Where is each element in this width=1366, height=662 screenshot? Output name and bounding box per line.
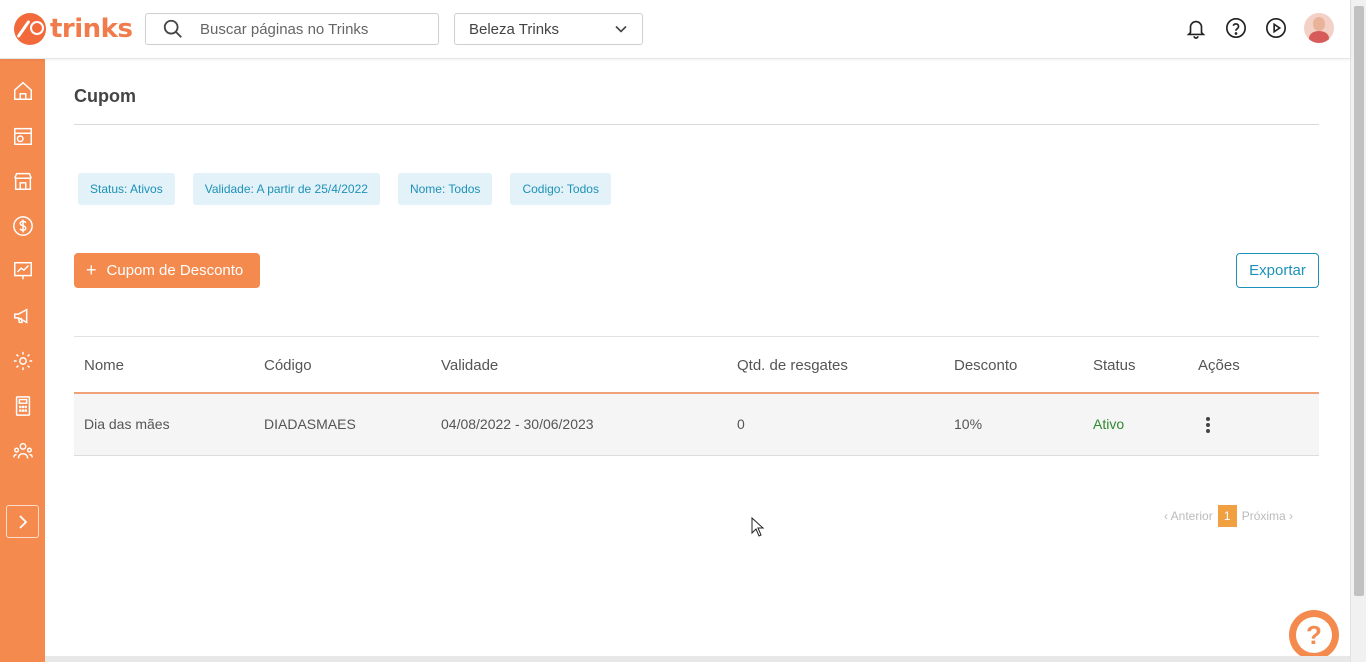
table-header: Nome Código Validade Qtd. de resgates De… [74, 337, 1319, 394]
megaphone-icon [13, 308, 27, 324]
calculator-icon [15, 396, 30, 416]
pagination-page-current[interactable]: 1 [1217, 505, 1237, 527]
column-header-acoes: Ações [1198, 357, 1240, 374]
play-circle-icon[interactable] [1264, 16, 1288, 40]
status-badge: Ativo [1093, 416, 1125, 432]
export-button[interactable]: Exportar [1236, 253, 1319, 288]
people-icon [12, 442, 33, 459]
header-actions [1168, 13, 1334, 43]
schedule-icon [13, 127, 32, 145]
page-title: Cupom [74, 86, 136, 106]
chevron-right-icon [18, 514, 27, 529]
question-icon: ? [1296, 617, 1332, 653]
dollar-icon [12, 216, 33, 236]
cell-desconto: 10% [954, 416, 983, 432]
sidebar-item-settings[interactable] [0, 346, 45, 376]
cell-nome: Dia das mães [84, 416, 170, 432]
sidebar-item-schedule[interactable] [0, 121, 45, 151]
bell-icon[interactable] [1184, 16, 1208, 40]
logo-mark-icon [14, 13, 46, 45]
sidebar-item-marketing[interactable] [0, 301, 45, 331]
column-header-codigo[interactable]: Código [264, 357, 312, 374]
title-divider [74, 124, 1319, 125]
filter-chip-status[interactable]: Status: Ativos [78, 173, 175, 205]
sidebar-item-reports[interactable] [0, 256, 45, 286]
sidebar-item-clients[interactable] [0, 436, 45, 466]
logo-text: trinks [50, 14, 133, 44]
sidebar-expand-button[interactable] [6, 505, 39, 538]
search-input[interactable] [200, 20, 420, 38]
plus-icon: + [86, 260, 97, 280]
trinks-logo[interactable]: trinks [14, 13, 133, 45]
filter-chip-nome[interactable]: Nome: Todos [397, 173, 493, 205]
filter-chips: Status: Ativos Validade: A partir de 25/… [78, 173, 629, 205]
sidebar [0, 59, 45, 662]
vertical-scrollbar[interactable] [1350, 0, 1366, 662]
add-coupon-label: Cupom de Desconto [106, 262, 244, 279]
top-bar: trinks Beleza Trinks [0, 0, 1350, 59]
store-select-value: Beleza Trinks [469, 20, 560, 38]
home-icon [13, 81, 32, 100]
scrollbar-thumb[interactable] [1354, 6, 1364, 596]
pagination: ‹ Anterior 1 Próxima › [1164, 505, 1293, 527]
help-circle-icon[interactable] [1224, 16, 1248, 40]
column-header-desconto[interactable]: Desconto [954, 357, 1017, 374]
pagination-previous[interactable]: ‹ Anterior [1164, 509, 1213, 523]
help-chat-button[interactable]: ? [1289, 610, 1339, 660]
row-actions-menu-icon[interactable] [1201, 414, 1215, 436]
sidebar-item-store[interactable] [0, 166, 45, 196]
filter-chip-validade[interactable]: Validade: A partir de 25/4/2022 [192, 173, 380, 205]
sidebar-item-home[interactable] [0, 76, 45, 106]
settings-icon [13, 351, 32, 371]
table-row[interactable]: Dia das mães DIADASMAES 04/08/2022 - 30/… [74, 394, 1319, 456]
store-select[interactable]: Beleza Trinks [454, 13, 643, 45]
filter-chip-codigo[interactable]: Codigo: Todos [510, 173, 611, 205]
coupon-table: Nome Código Validade Qtd. de resgates De… [74, 336, 1319, 456]
chevron-down-icon [615, 25, 627, 33]
pagination-next[interactable]: Próxima › [1242, 509, 1293, 523]
avatar[interactable] [1304, 13, 1334, 43]
chart-icon [13, 262, 32, 280]
column-header-status[interactable]: Status [1093, 357, 1136, 374]
store-icon [13, 172, 32, 190]
mouse-cursor-icon [751, 517, 765, 537]
cell-qtd-resgates: 0 [737, 416, 745, 432]
horizontal-scrollbar[interactable] [45, 656, 1350, 662]
search-box[interactable] [145, 13, 439, 45]
search-icon [163, 19, 182, 38]
add-coupon-button[interactable]: + Cupom de Desconto [74, 253, 260, 288]
sidebar-item-financial[interactable] [0, 211, 45, 241]
sidebar-item-calculator[interactable] [0, 391, 45, 421]
column-header-qtd-resgates[interactable]: Qtd. de resgates [737, 357, 848, 374]
cell-validade: 04/08/2022 - 30/06/2023 [441, 416, 594, 432]
column-header-validade[interactable]: Validade [441, 357, 498, 374]
column-header-nome[interactable]: Nome [84, 357, 124, 374]
cell-codigo: DIADASMAES [264, 416, 356, 432]
